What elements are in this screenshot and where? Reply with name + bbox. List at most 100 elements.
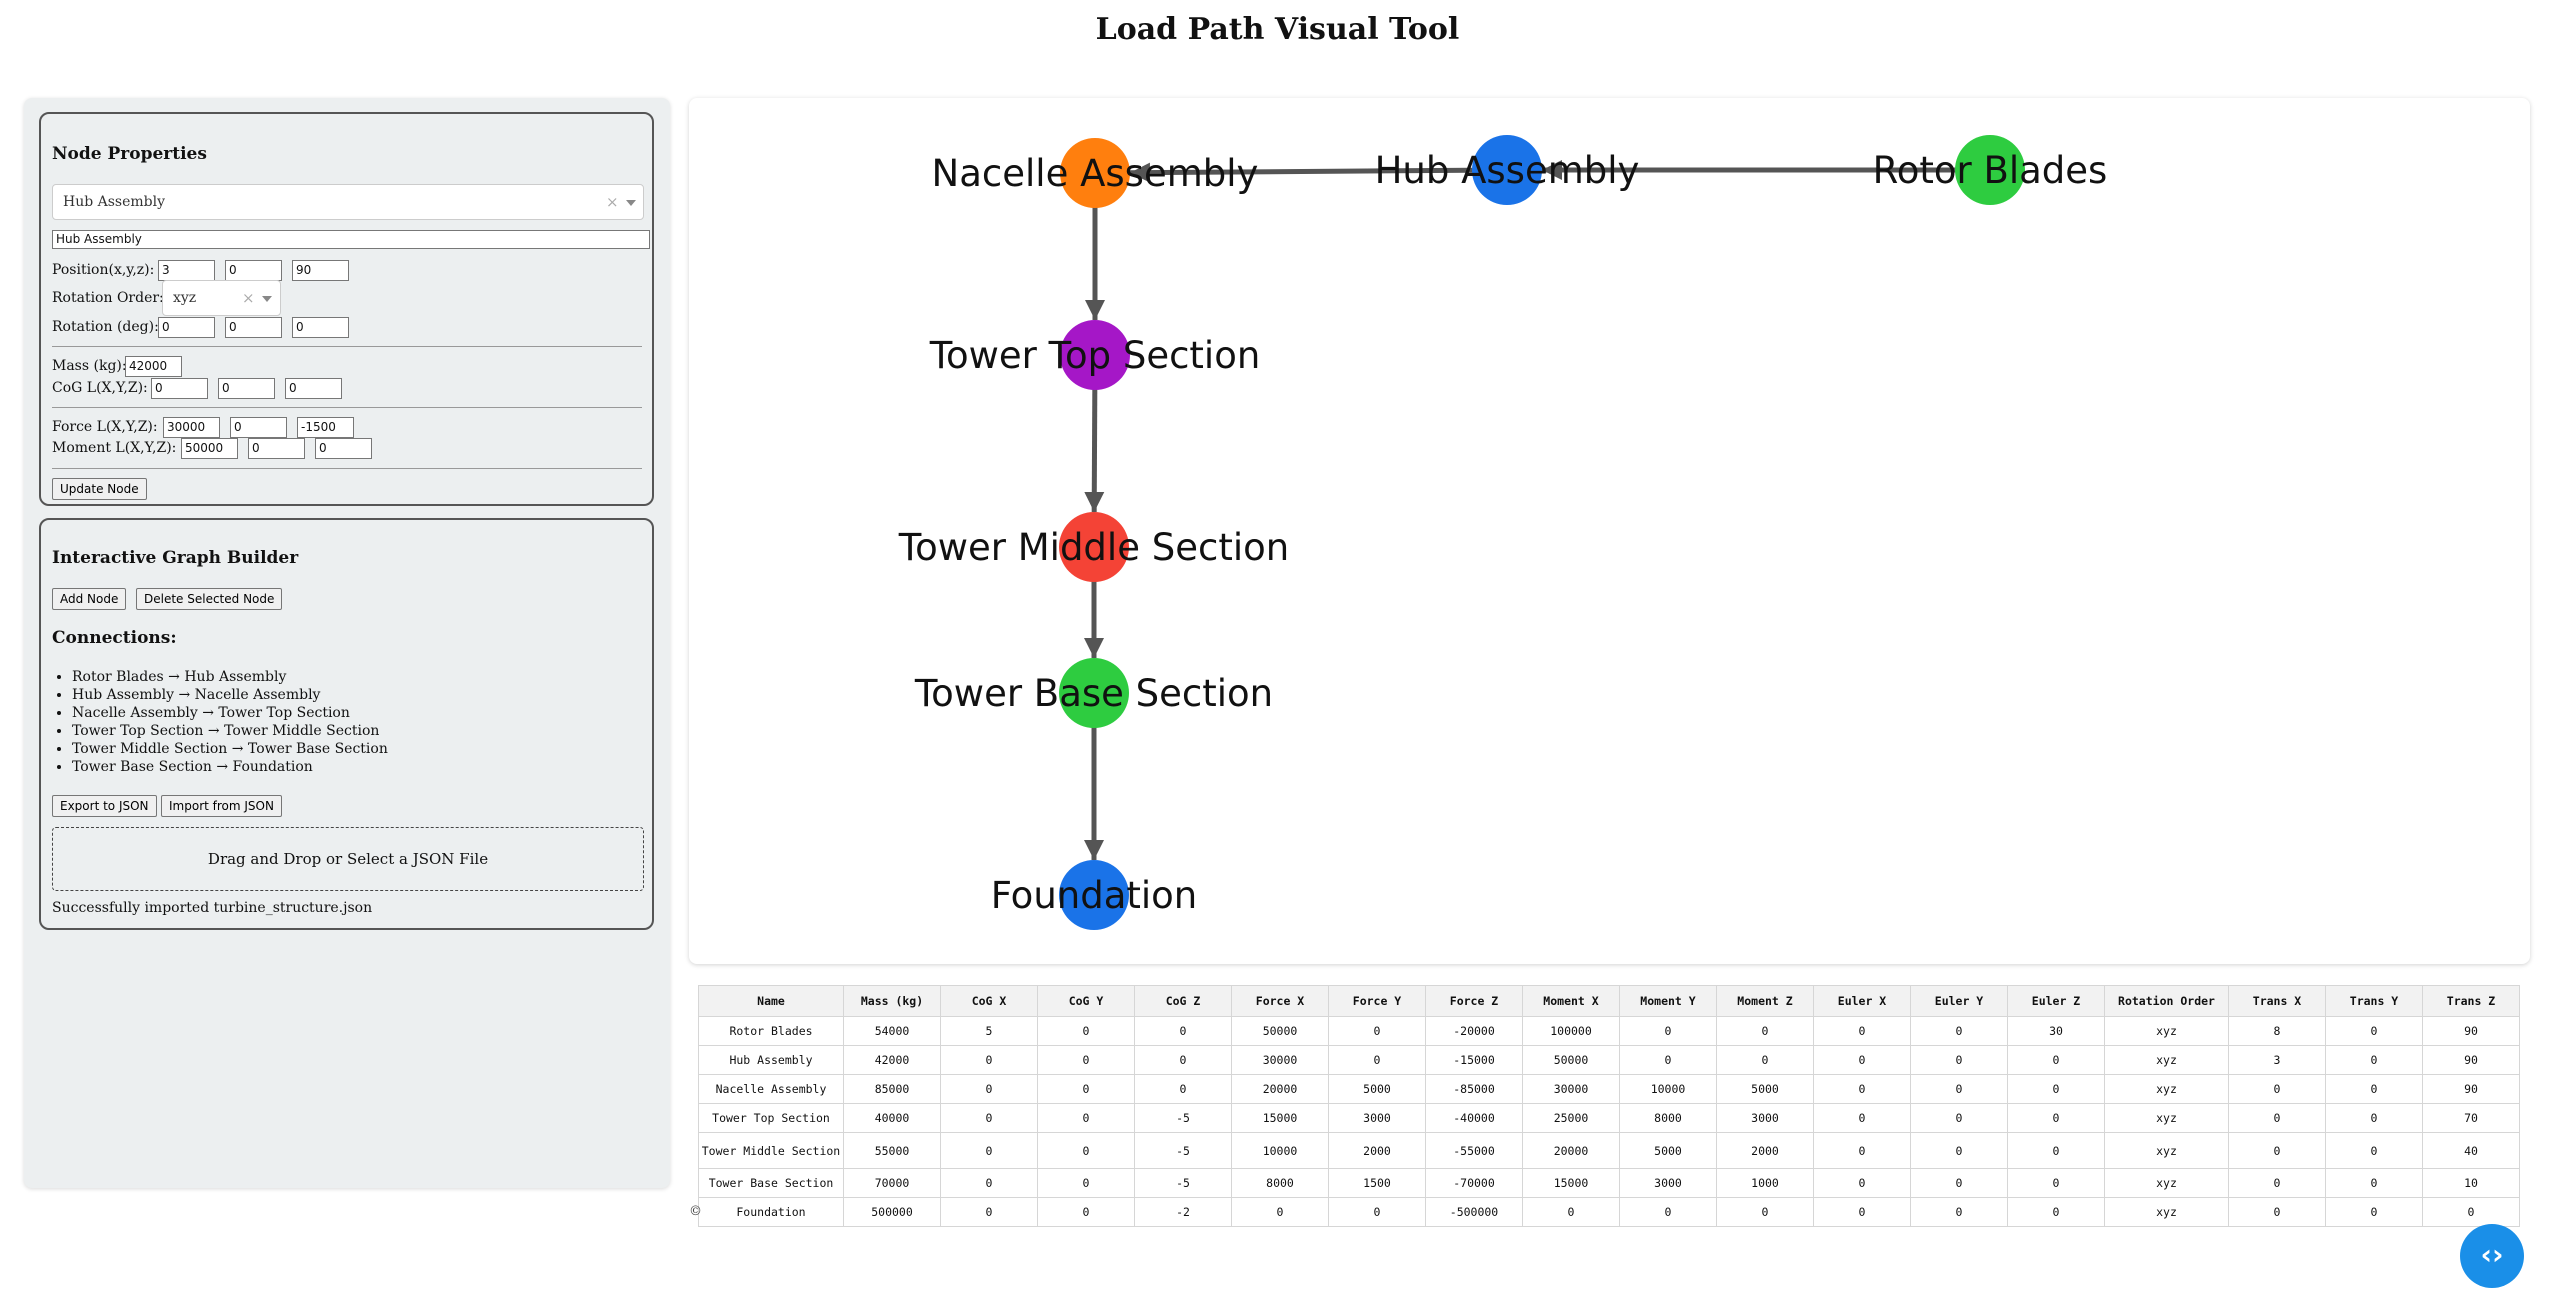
delete-node-button[interactable]: Delete Selected Node [136, 588, 283, 610]
table-cell: -5 [1134, 1168, 1232, 1198]
table-cell: 90 [2422, 1045, 2520, 1075]
table-cell: 8000 [1231, 1168, 1329, 1198]
rotation-y-input[interactable]: 0 [225, 317, 282, 338]
position-z-input[interactable]: 90 [292, 260, 349, 281]
table-cell: 3000 [1328, 1103, 1426, 1133]
moment-y-input[interactable]: 0 [248, 438, 305, 459]
code-toggle-button[interactable]: ‹› [2460, 1224, 2524, 1288]
cog-y-input[interactable]: 0 [218, 378, 275, 399]
column-header[interactable]: Trans Y [2325, 985, 2423, 1017]
graph-node-label[interactable]: Tower Middle Section [898, 526, 1289, 569]
export-json-button[interactable]: Export to JSON [52, 795, 157, 817]
table-cell: 0 [2325, 1016, 2423, 1046]
column-header[interactable]: Euler X [1813, 985, 1911, 1017]
connection-item: Tower Middle Section → Tower Base Sectio… [72, 740, 388, 758]
rotation-x-input[interactable]: 0 [158, 317, 215, 338]
force-x-input[interactable]: 30000 [163, 417, 220, 438]
position-x-input[interactable]: 3 [158, 260, 215, 281]
column-header[interactable]: Moment Z [1716, 985, 1814, 1017]
graph-node-label[interactable]: Hub Assembly [1375, 149, 1640, 192]
mass-input[interactable]: 42000 [125, 356, 182, 377]
force-label: Force L(X,Y,Z): [52, 419, 158, 435]
column-header[interactable]: Moment X [1522, 985, 1620, 1017]
column-header[interactable]: Rotation Order [2104, 985, 2229, 1017]
table-header-row: Name Mass (kg) CoG X CoG Y CoG Z Force X Force… [698, 985, 2520, 1017]
node-select[interactable]: Hub Assembly × [52, 184, 644, 220]
clear-icon[interactable]: × [242, 289, 255, 307]
graph-node-label[interactable]: Tower Top Section [929, 334, 1261, 377]
update-node-button[interactable]: Update Node [52, 478, 147, 500]
table-cell: 0 [1910, 1132, 2008, 1169]
column-header[interactable]: Euler Y [1910, 985, 2008, 1017]
moment-x-input[interactable]: 50000 [181, 438, 238, 459]
graph-node-label[interactable]: Foundation [991, 874, 1198, 917]
table-cell: 70 [2422, 1103, 2520, 1133]
table-cell: 40 [2422, 1132, 2520, 1169]
table-cell: 0 [1037, 1103, 1135, 1133]
table-cell: xyz [2104, 1168, 2229, 1198]
table-cell: 0 [1813, 1074, 1911, 1104]
json-dropzone[interactable]: Drag and Drop or Select a JSON File [52, 827, 644, 891]
moment-z-input[interactable]: 0 [315, 438, 372, 459]
chevron-down-icon[interactable] [262, 296, 272, 302]
table-cell: 55000 [843, 1132, 941, 1169]
graph-canvas[interactable]: Nacelle Assembly Hub Assembly Rotor Blades… [689, 98, 2530, 964]
graph-node-label[interactable]: Rotor Blades [1873, 149, 2108, 192]
table-cell: Rotor Blades [698, 1016, 844, 1046]
mass-label: Mass (kg): [52, 358, 127, 374]
table-cell: 0 [1910, 1168, 2008, 1198]
column-header[interactable]: Force Z [1425, 985, 1523, 1017]
graph-node-label[interactable]: Tower Base Section [914, 672, 1273, 715]
cog-x-input[interactable]: 0 [151, 378, 208, 399]
import-json-button[interactable]: Import from JSON [161, 795, 282, 817]
column-header[interactable]: Force X [1231, 985, 1329, 1017]
connection-item: Rotor Blades → Hub Assembly [72, 668, 388, 686]
column-header[interactable]: Name [698, 985, 844, 1017]
table-cell: 0 [1134, 1045, 1232, 1075]
table-cell: 5000 [1328, 1074, 1426, 1104]
table-cell: 0 [2007, 1197, 2105, 1227]
table-cell: 0 [2325, 1074, 2423, 1104]
connection-item: Tower Top Section → Tower Middle Section [72, 722, 388, 740]
table-cell: 54000 [843, 1016, 941, 1046]
chevron-down-icon[interactable] [626, 200, 636, 206]
table-cell: 5000 [1619, 1132, 1717, 1169]
column-header[interactable]: Moment Y [1619, 985, 1717, 1017]
table-cell: 15000 [1231, 1103, 1329, 1133]
column-header[interactable]: Trans Z [2422, 985, 2520, 1017]
table-row: Tower Base Section 70000 0 0 -5 8000 1500 -7000… [698, 1168, 2520, 1198]
table-cell: 0 [1716, 1197, 1814, 1227]
column-header[interactable]: CoG Z [1134, 985, 1232, 1017]
column-header[interactable]: Trans X [2228, 985, 2326, 1017]
table-cell: 70000 [843, 1168, 941, 1198]
table-cell: 0 [1813, 1016, 1911, 1046]
table-cell: Tower Base Section [698, 1168, 844, 1198]
rotation-z-input[interactable]: 0 [292, 317, 349, 338]
column-header[interactable]: Euler Z [2007, 985, 2105, 1017]
table-row: Foundation 500000 0 0 -2 0 0 -500000 0 0 0 0 0 0 xyz 0 0… [698, 1197, 2520, 1227]
position-y-input[interactable]: 0 [225, 260, 282, 281]
table-row: Tower Top Section 40000 0 0 -5 15000 3000 -4000… [698, 1103, 2520, 1133]
force-z-input[interactable]: -1500 [297, 417, 354, 438]
column-header[interactable]: CoG X [940, 985, 1038, 1017]
force-y-input[interactable]: 0 [230, 417, 287, 438]
rotation-order-select[interactable]: xyz × [162, 280, 281, 316]
node-name-input[interactable]: Hub Assembly [52, 230, 650, 249]
column-header[interactable]: CoG Y [1037, 985, 1135, 1017]
table-cell: 0 [1910, 1197, 2008, 1227]
column-header[interactable]: Force Y [1328, 985, 1426, 1017]
table-cell: 0 [1910, 1103, 2008, 1133]
load-path-graph[interactable]: Nacelle Assembly Hub Assembly Rotor Blades… [689, 98, 2530, 964]
table-cell: 90 [2422, 1074, 2520, 1104]
table-cell: 90 [2422, 1016, 2520, 1046]
table-cell: xyz [2104, 1045, 2229, 1075]
table-cell: 42000 [843, 1045, 941, 1075]
node-data-table: Name Mass (kg) CoG X CoG Y CoG Z Force X Force… [698, 985, 2520, 1227]
clear-icon[interactable]: × [606, 193, 619, 211]
column-header[interactable]: Mass (kg) [843, 985, 941, 1017]
table-cell: 85000 [843, 1074, 941, 1104]
table-cell: 3000 [1619, 1168, 1717, 1198]
graph-node-label[interactable]: Nacelle Assembly [932, 152, 1259, 195]
cog-z-input[interactable]: 0 [285, 378, 342, 399]
add-node-button[interactable]: Add Node [52, 588, 127, 610]
